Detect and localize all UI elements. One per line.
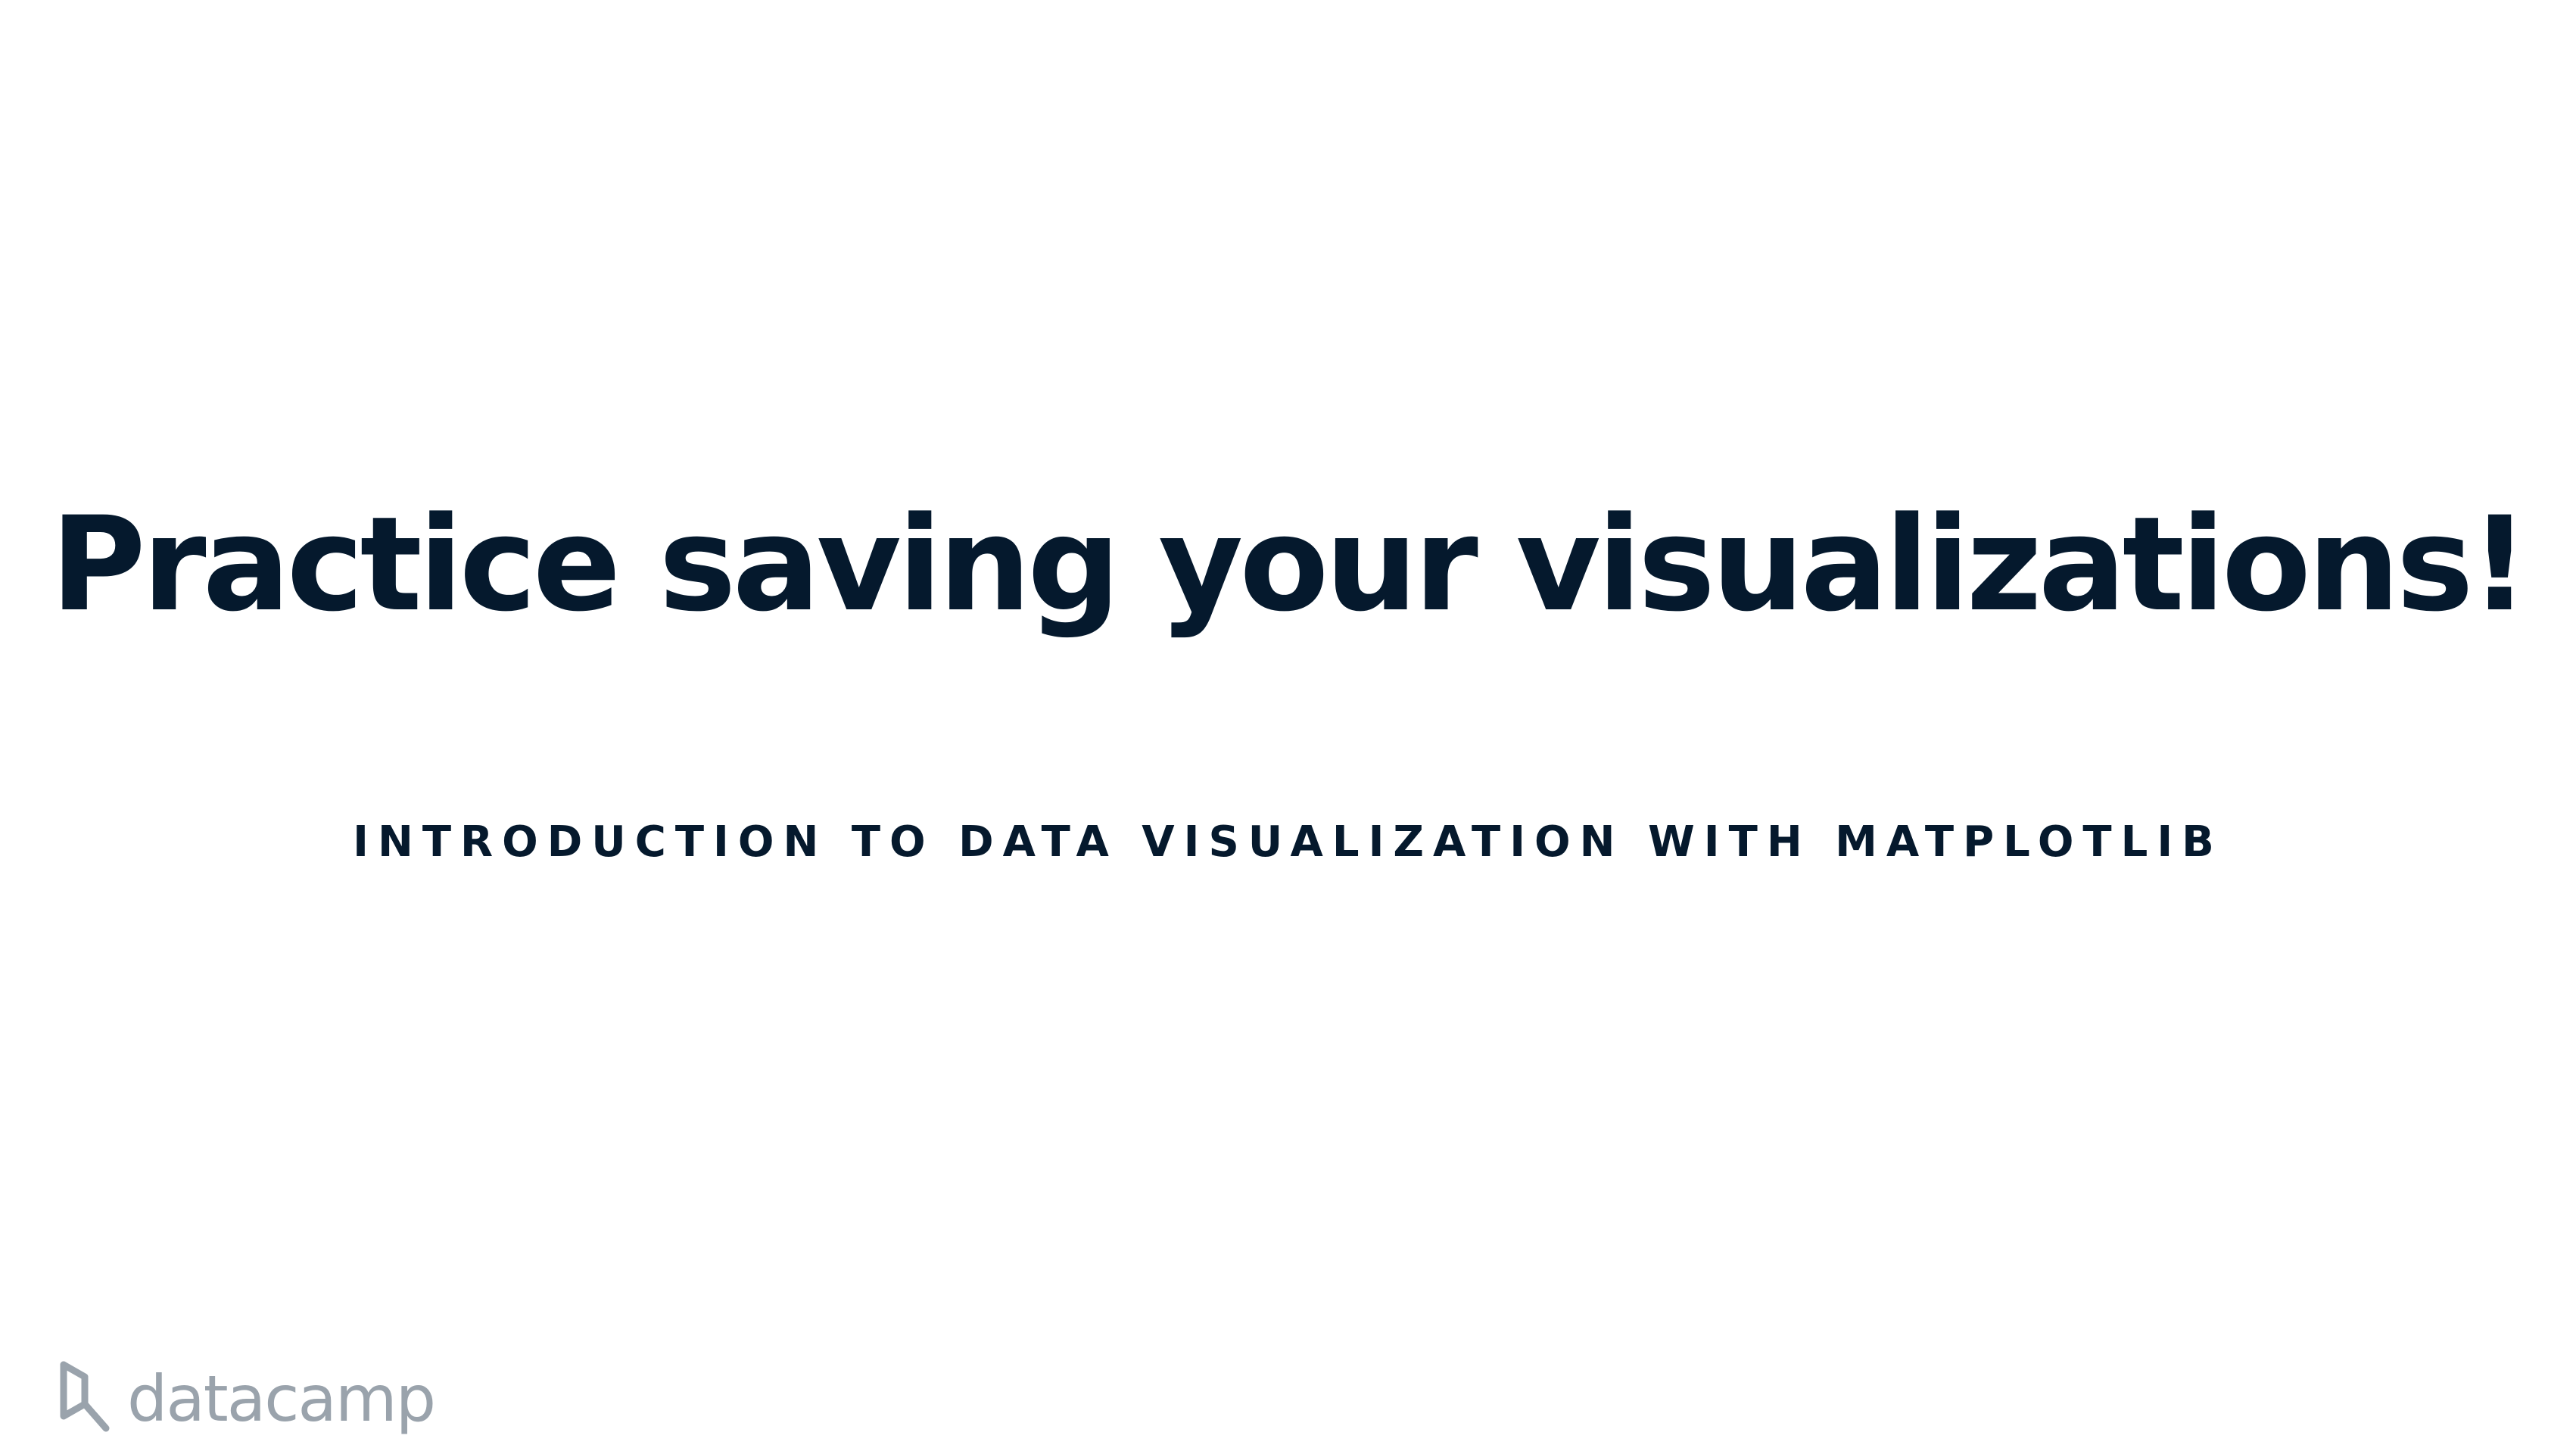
- slide-title: Practice saving your visualizations!: [50, 488, 2530, 640]
- datacamp-logo: datacamp: [55, 1355, 436, 1438]
- slide: Practice saving your visualizations! INT…: [0, 0, 2576, 1451]
- datacamp-logo-icon: [60, 1361, 110, 1432]
- datacamp-logo-text: datacamp: [127, 1362, 436, 1436]
- course-subtitle: INTRODUCTION TO DATA VISUALIZATION WITH …: [353, 817, 2223, 867]
